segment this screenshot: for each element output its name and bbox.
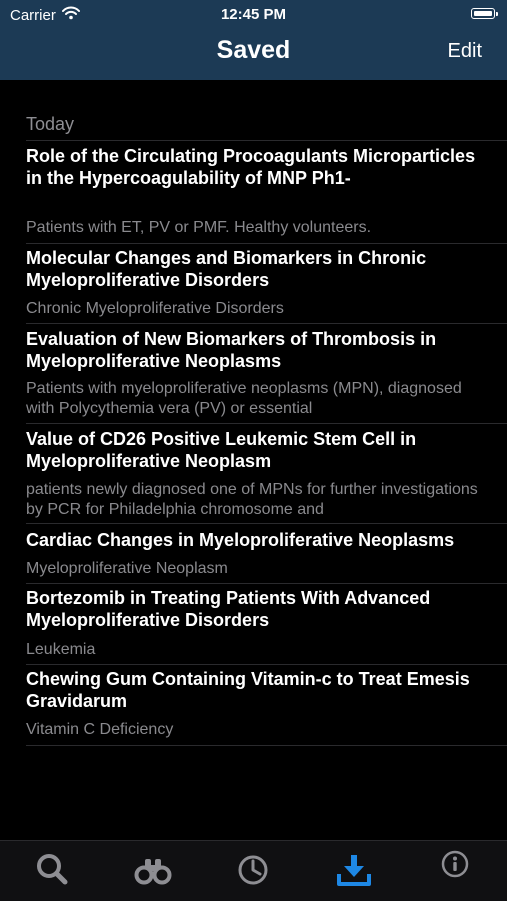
- item-subtitle: Leukemia: [26, 641, 96, 658]
- page-title: Saved: [216, 36, 291, 64]
- item-title: Bortezomib in Treating Patients With Adv…: [26, 588, 431, 630]
- tab-saved[interactable]: [334, 849, 374, 889]
- list-item[interactable]: Chewing Gum Containing Vitamin-c to Trea…: [0, 664, 507, 745]
- battery-icon: [471, 8, 498, 19]
- item-title: Cardiac Changes in Myeloproliferative Ne…: [26, 530, 455, 550]
- clock-icon: [238, 855, 268, 885]
- tab-history[interactable]: [233, 849, 273, 889]
- list-item[interactable]: Bortezomib in Treating Patients With Adv…: [0, 583, 507, 664]
- status-bar: Carrier 12:45 PM: [0, 0, 507, 30]
- tab-info[interactable]: [435, 849, 475, 889]
- status-time: 12:45 PM: [220, 6, 287, 23]
- tab-search[interactable]: [32, 849, 72, 889]
- download-icon: [337, 855, 371, 886]
- item-subtitle: Patients with ET, PV or PMF. Healthy vol…: [26, 219, 372, 236]
- item-title: Molecular Changes and Biomarkers in Chro…: [26, 248, 427, 290]
- item-title: Role of the Circulating Procoagulants Mi…: [26, 146, 476, 188]
- section-header-today: Today: [26, 114, 75, 134]
- tab-explore[interactable]: [133, 849, 173, 889]
- item-title: Chewing Gum Containing Vitamin-c to Trea…: [26, 669, 470, 711]
- list-item[interactable]: Role of the Circulating Procoagulants Mi…: [0, 140, 507, 243]
- navigation-header: Carrier 12:45 PM Saved Edit: [0, 0, 507, 80]
- item-subtitle: patients newly diagnosed one of MPNs for…: [26, 481, 478, 518]
- list-item[interactable]: Cardiac Changes in Myeloproliferative Ne…: [0, 523, 507, 583]
- item-subtitle: Chronic Myeloproliferative Disorders: [26, 300, 284, 317]
- item-title: Evaluation of New Biomarkers of Thrombos…: [26, 329, 437, 371]
- item-subtitle: Myeloproliferative Neoplasm: [26, 560, 228, 577]
- item-subtitle: Vitamin C Deficiency: [26, 721, 174, 738]
- list-item[interactable]: Molecular Changes and Biomarkers in Chro…: [0, 243, 507, 323]
- edit-button[interactable]: Edit: [448, 40, 482, 63]
- search-icon: [37, 854, 68, 885]
- item-title: Value of CD26 Positive Leukemic Stem Cel…: [26, 429, 417, 471]
- info-icon: [441, 850, 469, 878]
- list-item[interactable]: Evaluation of New Biomarkers of Thrombos…: [0, 323, 507, 423]
- divider: [26, 745, 507, 746]
- binoculars-icon: [134, 859, 172, 885]
- list-item[interactable]: Value of CD26 Positive Leukemic Stem Cel…: [0, 423, 507, 523]
- item-subtitle: Patients with myeloproliferative neoplas…: [26, 380, 462, 417]
- tab-bar: [0, 840, 507, 901]
